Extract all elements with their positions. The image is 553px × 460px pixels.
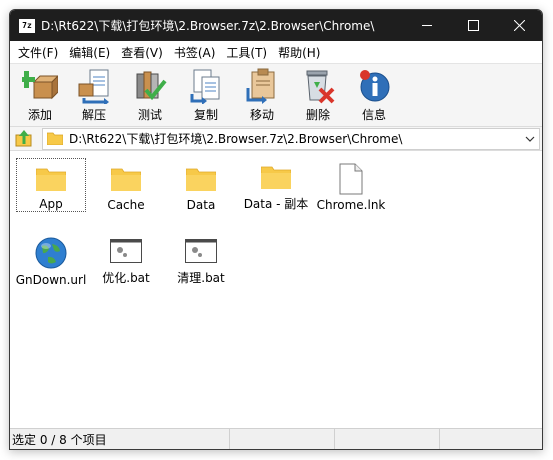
menu-tools[interactable]: 工具(T) [221,44,272,61]
menu-bar: 文件(F) 编辑(E) 查看(V) 书签(A) 工具(T) 帮助(H) [10,41,542,63]
address-path: D:\Rt622\下载\打包环境\2.Browser.7z\2.Browser\… [69,132,403,146]
address-bar-row: D:\Rt622\下载\打包环境\2.Browser.7z\2.Browser\… [10,127,542,151]
extract-icon [78,69,109,104]
move-label: 移动 [249,108,274,122]
add-icon [22,71,58,100]
status-bar: 选定 0 / 8 个项目 [10,428,542,449]
delete-label: 删除 [305,108,330,122]
add-label: 添加 [27,108,52,122]
menu-view[interactable]: 查看(V) [116,44,168,61]
window-title: D:\Rt622\下载\打包环境\2.Browser.7z\2.Browser\… [41,19,375,33]
folder-icon [111,162,141,195]
window-controls [404,10,542,41]
7zip-app-icon: 7z [19,18,35,33]
up-folder-button[interactable] [13,128,35,150]
add-button[interactable]: 添加 [14,64,66,126]
file-name: App [39,197,63,211]
status-panel [230,429,335,449]
move-button[interactable]: 移动 [234,64,290,126]
globe-icon [34,236,68,270]
file-name: 优化.bat [102,271,150,285]
batch-file-icon [110,236,142,266]
minimize-icon [421,25,432,26]
file-item[interactable]: 优化.bat [91,232,161,286]
toolbar: 添加 解压 测试 复制 移动 删除 信息 [10,63,542,127]
move-icon [246,68,275,104]
batch-file-icon [185,236,217,266]
test-button[interactable]: 测试 [122,64,178,126]
copy-button[interactable]: 复制 [178,64,234,126]
extract-label: 解压 [81,108,106,122]
file-name: Cache [107,198,145,212]
delete-button[interactable]: 删除 [290,64,346,126]
menu-bookmarks[interactable]: 书签(A) [169,44,221,61]
file-item[interactable]: Data - 副本 [241,158,311,212]
extract-button[interactable]: 解压 [66,64,122,126]
folder-icon [36,163,66,194]
close-button[interactable] [496,10,542,41]
file-name: GnDown.url [15,273,87,287]
maximize-button[interactable] [450,10,496,41]
file-item[interactable]: Data [166,158,236,212]
chevron-down-icon[interactable] [525,134,535,144]
test-label: 测试 [137,108,162,122]
minimize-button[interactable] [404,10,450,41]
file-name: 清理.bat [177,271,225,285]
maximize-icon [467,20,479,31]
folder-icon [186,162,216,195]
file-list: App Cache Data Data - 副本 Chrome.lnk GnDo… [10,154,542,426]
info-button[interactable]: 信息 [346,64,402,126]
file-item[interactable]: Cache [91,158,161,212]
menu-file[interactable]: 文件(F) [13,44,63,61]
info-label: 信息 [361,108,386,122]
title-bar[interactable]: 7z D:\Rt622\下载\打包环境\2.Browser.7z\2.Brows… [10,10,542,41]
folder-icon [47,132,63,145]
shortcut-file-icon [339,162,363,195]
info-icon [360,70,390,102]
delete-icon [306,70,335,104]
file-name: Chrome.lnk [316,198,386,212]
file-item[interactable]: App [16,158,86,212]
file-item[interactable]: GnDown.url [15,232,87,287]
file-item[interactable]: Chrome.lnk [316,158,386,212]
address-input[interactable]: D:\Rt622\下载\打包环境\2.Browser.7z\2.Browser\… [42,127,540,150]
menu-edit[interactable]: 编辑(E) [64,44,115,61]
status-panel [335,429,440,449]
status-text: 选定 0 / 8 个项目 [10,429,230,449]
file-name: Data [186,198,216,212]
app-window: 7z D:\Rt622\下载\打包环境\2.Browser.7z\2.Brows… [9,9,543,450]
menu-help[interactable]: 帮助(H) [273,44,325,61]
up-folder-icon [15,129,32,146]
folder-icon [261,162,291,192]
file-name: Data - 副本 [243,197,309,211]
close-icon [513,20,525,31]
copy-label: 复制 [193,108,218,122]
copy-icon [190,69,220,104]
test-icon [136,71,167,101]
file-item[interactable]: 清理.bat [166,232,236,286]
